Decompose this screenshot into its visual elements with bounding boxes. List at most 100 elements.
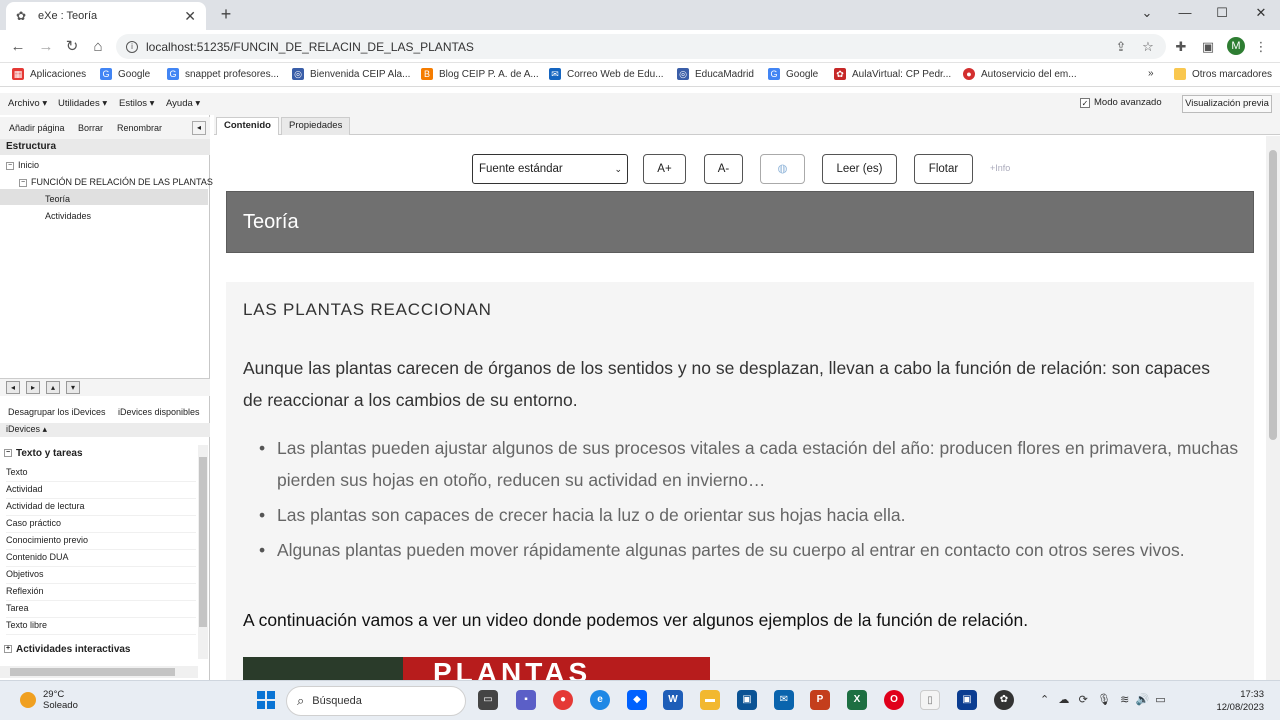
dropbox-icon[interactable]: ◆ (627, 690, 647, 710)
list-item[interactable]: Caso práctico (6, 516, 196, 533)
excel-icon[interactable]: X (847, 690, 867, 710)
tab-search-chevron-icon[interactable]: ⌄ (1132, 4, 1162, 22)
reload-button[interactable]: ↻ (62, 37, 82, 57)
battery-icon[interactable]: ▭ (1155, 694, 1165, 706)
list-item[interactable]: Texto (6, 465, 196, 482)
font-select[interactable]: Fuente estándar ⌄ (472, 154, 628, 184)
notepad-icon[interactable]: ▯ (920, 690, 940, 710)
category-actividades-interactivas[interactable]: + Actividades interactivas (4, 644, 131, 655)
tree-node-funcion[interactable]: − FUNCIÓN DE RELACIÓN DE LAS PLANTAS (19, 177, 213, 187)
collapse-panel-icon[interactable]: ◂ (192, 121, 206, 135)
volume-icon[interactable]: 🔊 (1135, 694, 1149, 706)
maximize-button[interactable]: ☐ (1207, 4, 1237, 22)
bookmark-snappet[interactable]: Gsnappet profesores... (167, 68, 279, 80)
new-tab-button[interactable]: + (216, 4, 236, 24)
bookmark-aulavirtual[interactable]: ✿ AulaVirtual: CP Pedr... (834, 68, 951, 80)
idevice-hscrollbar[interactable] (0, 666, 198, 678)
tab-propiedades[interactable]: Propiedades (281, 117, 351, 135)
bookmark-other[interactable]: Otros marcadores (1174, 68, 1272, 80)
share-icon[interactable]: ⇪ (1112, 38, 1130, 56)
scrollbar-thumb[interactable] (10, 668, 175, 676)
idevices-header[interactable]: iDevices ▴ (0, 423, 210, 437)
menu-utilidades[interactable]: Utilidades ▾ (58, 98, 107, 109)
expand-icon[interactable]: + (4, 645, 12, 654)
teams-icon[interactable]: ▪ (516, 690, 536, 710)
store-icon[interactable]: ▣ (737, 690, 757, 710)
menu-ayuda[interactable]: Ayuda ▾ (166, 98, 200, 109)
sync-icon[interactable]: ⟳ (1079, 694, 1088, 706)
bookmarks-overflow-button[interactable]: » (1148, 68, 1154, 79)
browser-tab[interactable]: ✿ eXe : Teoría ✕ (6, 2, 206, 30)
system-tray[interactable]: ⌃ ☁ ⟳ 🎙 ≋ 🔊 ▭ (1040, 693, 1166, 706)
windows-start-icon[interactable] (257, 691, 275, 709)
bookmark-correo[interactable]: ✉ Correo Web de Edu... (549, 68, 664, 80)
menu-archivo[interactable]: Archivo ▾ (8, 98, 47, 109)
list-item[interactable]: Actividad de lectura (6, 499, 196, 516)
collapse-icon[interactable]: − (6, 161, 14, 170)
exe-app-icon[interactable]: ✿ (994, 690, 1014, 710)
powerpoint-icon[interactable]: P (810, 690, 830, 710)
microphone-icon[interactable]: 🎙 (1097, 694, 1111, 706)
tree-node-actividades[interactable]: Actividades (45, 211, 91, 221)
font-decrease-button[interactable]: A- (704, 154, 743, 184)
list-item[interactable]: Texto libre (6, 618, 196, 635)
preview-button[interactable]: Visualización previa (1182, 95, 1272, 113)
move-right-icon[interactable]: ▸ (26, 381, 40, 394)
list-item[interactable]: Reflexión (6, 584, 196, 601)
list-item[interactable]: Actividad (6, 482, 196, 499)
close-tab-icon[interactable]: ✕ (184, 8, 196, 25)
bookmark-star-icon[interactable]: ☆ (1139, 38, 1157, 56)
bookmark-ceip[interactable]: ◎ Bienvenida CEIP Ala... (292, 68, 410, 80)
menu-kebab-icon[interactable]: ⋮ (1252, 38, 1270, 56)
menu-estilos[interactable]: Estilos ▾ (119, 98, 154, 109)
move-up-icon[interactable]: ▴ (46, 381, 60, 394)
back-button[interactable]: ← (8, 37, 28, 57)
translate-globe-icon[interactable]: ◍ (760, 154, 805, 184)
scrollbar-thumb[interactable] (1269, 150, 1277, 440)
checkbox-icon[interactable]: ✓ (1080, 97, 1090, 108)
extensions-icon[interactable]: ✚ (1172, 38, 1190, 56)
delete-button[interactable]: Borrar (78, 123, 103, 133)
float-button[interactable]: Flotar (914, 154, 973, 184)
bookmark-blog[interactable]: B Blog CEIP P. A. de A... (421, 68, 539, 80)
category-texto-tareas[interactable]: − Texto y tareas (4, 448, 83, 459)
bookmark-google[interactable]: G Google (100, 68, 150, 80)
address-bar[interactable]: i localhost:51235/FUNCIN_DE_RELACIN_DE_L… (116, 34, 1166, 59)
home-button[interactable]: ⌂ (88, 37, 108, 57)
close-window-button[interactable]: ✕ (1246, 4, 1276, 22)
file-explorer-icon[interactable]: ▬ (700, 690, 720, 710)
tab-contenido[interactable]: Contenido (216, 117, 279, 135)
rename-button[interactable]: Renombrar (117, 123, 162, 133)
bookmark-apps[interactable]: ▦ Aplicaciones (12, 68, 86, 80)
page-scrollbar[interactable] (1266, 136, 1280, 680)
profile-avatar[interactable]: M (1227, 37, 1245, 55)
tree-node-teoria[interactable]: Teoría (45, 194, 70, 204)
collapse-icon[interactable]: − (19, 178, 27, 187)
bookmark-google-2[interactable]: G Google (768, 68, 818, 80)
more-info-link[interactable]: +Info (990, 163, 1010, 173)
side-panel-icon[interactable]: ▣ (1199, 38, 1217, 56)
list-item[interactable]: Objetivos (6, 567, 196, 584)
mail-icon[interactable]: ✉ (774, 690, 794, 710)
read-aloud-button[interactable]: Leer (es) (822, 154, 897, 184)
ungroup-idevices-button[interactable]: Desagrupar los iDevices (8, 407, 106, 417)
add-page-button[interactable]: Añadir página (9, 123, 65, 133)
weather-widget[interactable]: 29°C Soleado (20, 689, 78, 711)
embedded-video[interactable]: PLANTAS (243, 657, 710, 680)
opera-icon[interactable]: O (884, 690, 904, 710)
chrome-icon[interactable]: ● (553, 690, 573, 710)
available-idevices-button[interactable]: iDevices disponibles (118, 407, 200, 417)
bookmark-autoservicio[interactable]: ● Autoservicio del em... (963, 68, 1077, 80)
collapse-icon[interactable]: − (4, 449, 12, 458)
minimize-button[interactable]: — (1170, 4, 1200, 22)
move-down-icon[interactable]: ▾ (66, 381, 80, 394)
tree-node-inicio[interactable]: − Inicio (6, 160, 39, 170)
scrollbar-thumb[interactable] (199, 457, 207, 627)
advanced-mode-toggle[interactable]: ✓ Modo avanzado (1080, 97, 1162, 108)
app-icon[interactable]: ▣ (957, 690, 977, 710)
cloud-icon[interactable]: ☁ (1058, 694, 1069, 706)
edge-icon[interactable]: e (590, 690, 610, 710)
list-item[interactable]: Tarea (6, 601, 196, 618)
list-item[interactable]: Conocimiento previo (6, 533, 196, 550)
font-increase-button[interactable]: A+ (643, 154, 686, 184)
